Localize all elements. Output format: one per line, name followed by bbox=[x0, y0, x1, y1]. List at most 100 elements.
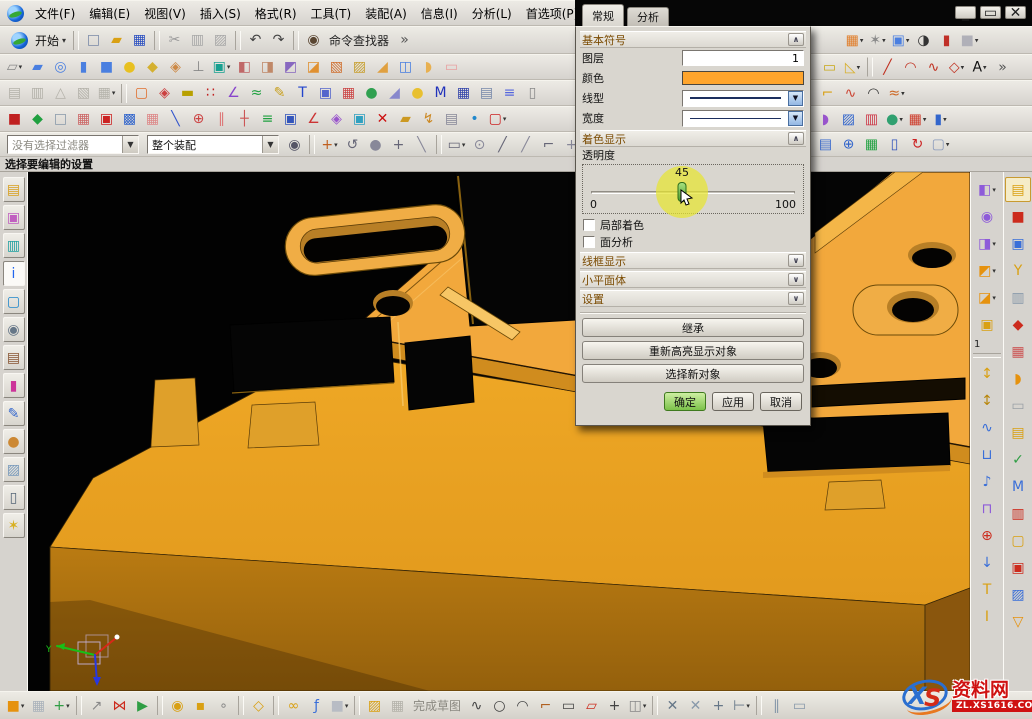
broom-icon[interactable]: ↯ bbox=[418, 109, 439, 130]
pattern-icon[interactable]: ◈ bbox=[326, 109, 347, 130]
datum-plane-icon[interactable]: ⊥ bbox=[188, 57, 209, 78]
measure-ruler-icon[interactable]: ▬ bbox=[177, 83, 198, 104]
disabled-sheet-icon[interactable]: ▤ bbox=[4, 83, 25, 104]
small-cubes-icon[interactable]: ▪ bbox=[190, 695, 211, 716]
diagonal-line-icon[interactable]: ╲ bbox=[165, 109, 186, 130]
deviation-icon[interactable]: ≈ bbox=[246, 83, 267, 104]
unite-icon[interactable]: ◧ bbox=[234, 57, 255, 78]
resize-face-icon[interactable]: ◪▾ bbox=[974, 285, 1000, 310]
funnel-icon[interactable]: ▽ bbox=[1005, 609, 1031, 634]
display-cube-icon[interactable]: ▣▾ bbox=[890, 30, 911, 51]
dimension-icon[interactable]: ▭ bbox=[789, 695, 810, 716]
partial-shading-checkbox[interactable] bbox=[583, 219, 595, 231]
expand-chevron-icon[interactable]: ∨ bbox=[788, 273, 804, 286]
line-icon[interactable]: ╱ bbox=[877, 57, 898, 78]
pin-icon[interactable]: ↓ bbox=[974, 550, 1000, 575]
tab-general[interactable]: 常规 bbox=[582, 4, 624, 26]
high-quality-image-icon[interactable]: ▮ bbox=[936, 30, 957, 51]
apply-button[interactable]: 应用 bbox=[712, 392, 754, 411]
save-icon[interactable]: ▦ bbox=[129, 30, 150, 51]
flag-icon[interactable]: ▮▾ bbox=[930, 109, 951, 130]
snap-control-point-icon[interactable]: + bbox=[388, 134, 409, 155]
star-partial-icon[interactable]: ✶ bbox=[3, 513, 25, 538]
saddle-surface-icon[interactable]: ◗ bbox=[815, 109, 836, 130]
book-icon[interactable]: ▥ bbox=[861, 109, 882, 130]
calculator-icon[interactable]: ▦ bbox=[453, 83, 474, 104]
green-diamond-icon[interactable]: ◆ bbox=[27, 109, 48, 130]
rainbow-layers-icon[interactable]: ≡ bbox=[257, 109, 278, 130]
partial-shading-row[interactable]: 局部着色 bbox=[580, 216, 806, 233]
clipboard-icon[interactable]: ▤ bbox=[815, 134, 836, 155]
tab-analysis[interactable]: 分析 bbox=[627, 7, 669, 26]
menu-file[interactable]: 文件(F) bbox=[28, 5, 82, 22]
text-note-icon[interactable]: T bbox=[292, 83, 313, 104]
width-dropdown[interactable]: ▼ bbox=[682, 110, 804, 127]
add-component-icon[interactable]: +▾ bbox=[51, 695, 72, 716]
shell-icon[interactable]: ◫ bbox=[395, 57, 416, 78]
palette-icon[interactable]: ▤ bbox=[3, 345, 25, 370]
rectangle-icon[interactable]: ▭ bbox=[558, 695, 579, 716]
circle-pattern-icon[interactable]: ⊕ bbox=[838, 134, 859, 155]
revolve-icon[interactable]: ◎ bbox=[50, 57, 71, 78]
check-window-icon[interactable]: ▣ bbox=[349, 109, 370, 130]
ok-button[interactable]: 确定 bbox=[664, 392, 706, 411]
collapse-chevron-icon[interactable]: ∧ bbox=[788, 33, 804, 46]
radius-angle-icon[interactable]: ∠ bbox=[223, 83, 244, 104]
roles-icon[interactable]: ● bbox=[3, 429, 25, 454]
highlight-icon[interactable]: ● bbox=[407, 83, 428, 104]
mold-csys-icon[interactable]: ■ bbox=[1005, 204, 1031, 229]
cancel-button[interactable]: 取消 bbox=[760, 392, 802, 411]
spline-icon[interactable]: ∿ bbox=[923, 57, 944, 78]
offset-curve-icon[interactable]: ◫▾ bbox=[627, 695, 648, 716]
key-document-icon[interactable]: ⌐ bbox=[817, 83, 838, 104]
linetype-dropdown[interactable]: ▼ bbox=[682, 90, 804, 107]
grid-green-icon[interactable]: ▦ bbox=[861, 134, 882, 155]
grid-cube-icon[interactable]: ▦ bbox=[73, 109, 94, 130]
t-section-icon[interactable]: T bbox=[974, 577, 1000, 602]
expression-icon[interactable]: M bbox=[430, 83, 451, 104]
measure-distance-icon[interactable]: ▭ bbox=[819, 57, 840, 78]
globe-icon[interactable]: ●▾ bbox=[884, 109, 905, 130]
quick-trim-icon[interactable]: ✕ bbox=[662, 695, 683, 716]
dot-cube-icon[interactable]: ∘ bbox=[213, 695, 234, 716]
boolean-icon[interactable]: ▣▾ bbox=[211, 57, 232, 78]
filter-function-icon[interactable]: ƒ bbox=[306, 695, 327, 716]
expand-chevron-icon[interactable]: ∨ bbox=[788, 254, 804, 267]
sketch-badge-icon[interactable]: ▨ bbox=[364, 695, 385, 716]
menu-assembly[interactable]: 装配(A) bbox=[358, 5, 414, 22]
pattern-face-icon[interactable]: ▣ bbox=[974, 312, 1000, 337]
studio-spline-icon[interactable]: ◇▾ bbox=[946, 57, 967, 78]
viewport-3d[interactable]: Y bbox=[28, 172, 970, 691]
draft-analysis-icon[interactable]: ◢ bbox=[384, 83, 405, 104]
delete-icon[interactable]: ✕ bbox=[372, 109, 393, 130]
system-tools-icon[interactable]: ✎ bbox=[3, 401, 25, 426]
face-analysis-checkbox[interactable] bbox=[583, 236, 595, 248]
image-icon[interactable]: ▨ bbox=[3, 457, 25, 482]
constraints-icon[interactable]: ⊢▾ bbox=[731, 695, 752, 716]
constraint-navigator-icon[interactable]: ▣ bbox=[3, 205, 25, 230]
parallel-lines-icon[interactable]: ∥ bbox=[211, 109, 232, 130]
measure-angle-icon[interactable]: ◺▾ bbox=[842, 57, 863, 78]
red-frame-box-icon[interactable]: ▣ bbox=[1005, 555, 1031, 580]
assembly-constraints-icon[interactable]: ▶ bbox=[132, 695, 153, 716]
layers-icon[interactable]: ▤ bbox=[441, 109, 462, 130]
select-new-objects-button[interactable]: 选择新对象 bbox=[582, 364, 804, 383]
new-file-icon[interactable]: □ bbox=[83, 30, 104, 51]
command-finder-icon[interactable]: ◉ bbox=[303, 30, 324, 51]
open-box-icon[interactable]: ▢ bbox=[1005, 528, 1031, 553]
section-view-icon[interactable]: ▣ bbox=[315, 83, 336, 104]
intersect-icon[interactable]: ◩ bbox=[280, 57, 301, 78]
disabled-triangle-icon[interactable]: △ bbox=[50, 83, 71, 104]
red-cube-icon[interactable]: ■ bbox=[4, 109, 25, 130]
expand-chevron-icon[interactable]: ∨ bbox=[788, 292, 804, 305]
grid-cross-icon[interactable]: ▦ bbox=[142, 109, 163, 130]
open-folder-icon[interactable]: ▰ bbox=[106, 30, 127, 51]
color-swatch[interactable] bbox=[682, 71, 804, 85]
chevron-down-icon[interactable]: ▼ bbox=[788, 111, 803, 126]
target-icon[interactable]: ⊕ bbox=[974, 523, 1000, 548]
trim-body-icon[interactable]: ◪ bbox=[303, 57, 324, 78]
split-tool-icon[interactable]: Y bbox=[1005, 258, 1031, 283]
vertex-icon[interactable]: ∠ bbox=[303, 109, 324, 130]
cavity-layout-icon[interactable]: ▥ bbox=[1005, 285, 1031, 310]
disabled-stack-icon[interactable]: ▦▾ bbox=[96, 83, 117, 104]
